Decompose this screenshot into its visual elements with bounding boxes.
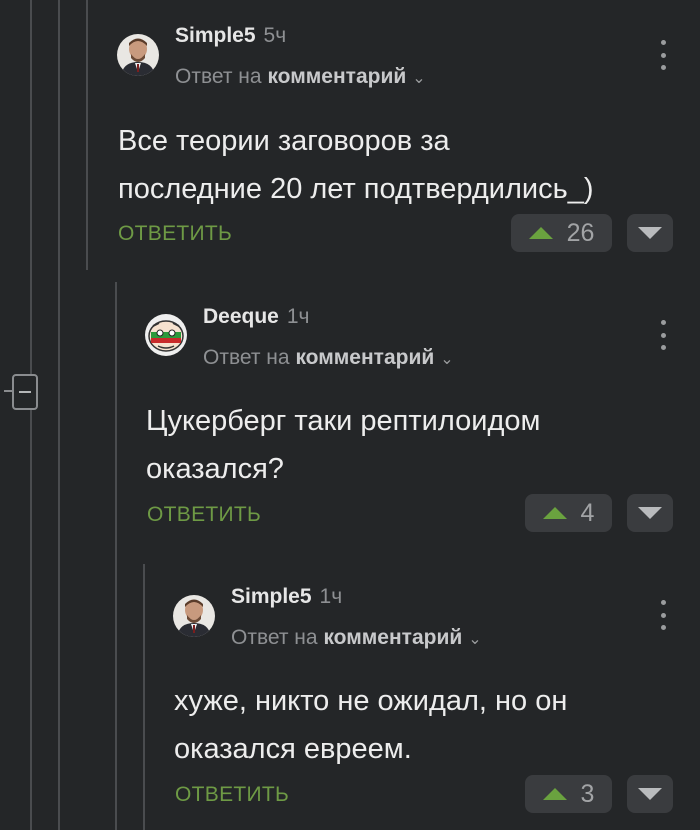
kebab-menu-icon[interactable] [658,40,668,70]
reply-target-link[interactable]: комментарий [323,626,462,649]
triangle-down-icon [638,788,662,800]
upvote-button[interactable]: 3 [525,775,612,813]
comment-time: 1ч [319,585,343,608]
reply-button[interactable]: ОТВЕТИТЬ [175,783,289,807]
comment-thread: Simple5 5ч Ответ на комментарий ⌄ Все теор… [0,0,700,830]
comment-time: 5ч [263,24,287,47]
vote-count: 26 [566,218,595,247]
reply-target-link[interactable]: комментарий [295,346,434,369]
triangle-down-icon [638,507,662,519]
reply-button[interactable]: ОТВЕТИТЬ [147,503,261,527]
reply-button[interactable]: ОТВЕТИТЬ [118,222,232,246]
kebab-menu-icon[interactable] [658,600,668,630]
chevron-down-icon[interactable]: ⌄ [412,70,425,87]
avatar[interactable] [173,595,215,637]
thread-line [143,564,145,830]
author-name[interactable]: Deeque 1ч [203,305,309,329]
thread-line [58,0,60,830]
reply-reference[interactable]: Ответ на комментарий ⌄ [203,346,454,370]
reply-reference[interactable]: Ответ на комментарий ⌄ [175,65,426,89]
thread-line [115,282,117,830]
author-name[interactable]: Simple5 1ч [231,585,342,609]
triangle-up-icon [542,788,567,800]
downvote-button[interactable] [627,494,673,532]
comment-text: Все теории заговоров за последние 20 лет… [118,125,594,205]
vote-count: 3 [580,779,595,808]
triangle-up-icon [528,227,553,239]
minus-square-icon [19,391,31,393]
reply-reference[interactable]: Ответ на комментарий ⌄ [231,626,482,650]
kebab-menu-icon[interactable] [658,320,668,350]
downvote-button[interactable] [627,214,673,252]
collapse-connector [4,390,12,392]
thread-line [30,0,32,830]
avatar[interactable] [145,314,187,356]
upvote-button[interactable]: 26 [511,214,612,252]
chevron-down-icon[interactable]: ⌄ [468,631,481,648]
collapse-thread-button[interactable] [12,374,38,410]
downvote-button[interactable] [627,775,673,813]
thread-line [86,0,88,270]
author-name[interactable]: Simple5 5ч [175,24,286,48]
avatar[interactable] [117,34,159,76]
triangle-up-icon [542,507,567,519]
comment-time: 1ч [286,305,310,328]
comment-text: хуже, никто не ожидал, но он оказался ев… [174,685,568,765]
vote-count: 4 [580,498,595,527]
triangle-down-icon [638,227,662,239]
chevron-down-icon[interactable]: ⌄ [440,351,453,368]
upvote-button[interactable]: 4 [525,494,612,532]
comment-text: Цукерберг таки рептилоидом оказался? [146,405,541,485]
reply-target-link[interactable]: комментарий [267,65,406,88]
